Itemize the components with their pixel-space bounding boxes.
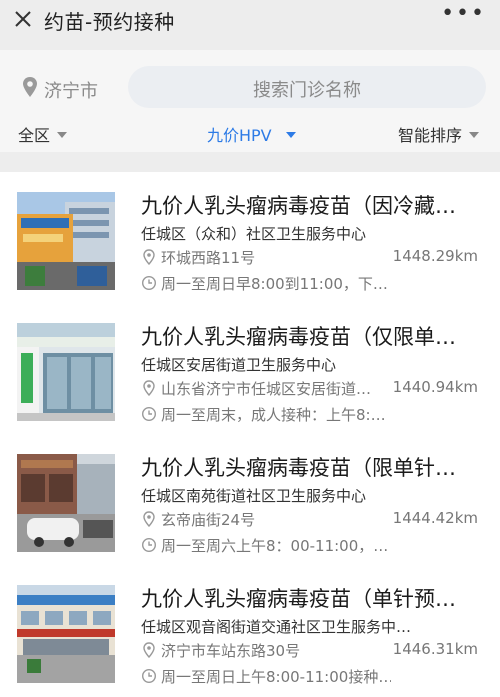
clinic-distance: 1448.29km [392,247,478,265]
sort-filter[interactable]: 智能排序 [398,122,480,146]
more-options-button[interactable]: ••• [441,3,486,25]
location-icon [143,511,155,527]
clinic-address: 济宁市车站东路30号 [161,642,301,660]
vaccine-filter-label: 九价HPV [207,126,272,145]
search-placeholder: 搜索门诊名称 [253,80,361,101]
page-title: 约苗-预约接种 [44,10,175,34]
clinic-vaccine-title: 九价人乳头瘤病毒疫苗（仅限单… [141,325,456,349]
clinic-hours: 周一至周末，成人接种：上午8:… [161,406,386,424]
clinic-address: 玄帝庙街24号 [161,511,256,529]
clinic-photo [17,585,115,683]
clinic-distance: 1440.94km [392,378,478,396]
clinic-vaccine-title: 九价人乳头瘤病毒疫苗（单针预… [141,587,456,611]
clinic-card[interactable]: 九价人乳头瘤病毒疫苗（单针预… 任城区观音阁街道交通社区卫生服务中… 济宁市车站… [0,565,500,697]
clinic-hours: 周一至周日早8:00到11:00，下… [161,275,388,293]
chevron-down-icon [469,132,480,138]
clinic-card[interactable]: 九价人乳头瘤病毒疫苗（限单针… 任城区南苑街道社区卫生服务中心 玄帝庙街24号 … [0,434,500,566]
close-icon [15,11,31,27]
clinic-vaccine-title: 九价人乳头瘤病毒疫苗（因冷藏… [141,194,456,218]
location-icon [143,642,155,658]
clinic-list: 九价人乳头瘤病毒疫苗（因冷藏… 任城区（众和）社区卫生服务中心 环城西路11号 … [0,172,500,697]
clinic-card[interactable]: 九价人乳头瘤病毒疫苗（因冷藏… 任城区（众和）社区卫生服务中心 环城西路11号 … [0,172,500,304]
clock-icon [141,406,157,422]
vaccine-filter[interactable]: 九价HPV [207,122,296,146]
clinic-address: 山东省济宁市任城区安居街道… [161,380,372,398]
chevron-down-icon [57,132,68,138]
location-icon [143,380,155,396]
location-pin-icon [23,77,37,97]
region-filter[interactable]: 全区 [18,122,68,146]
clinic-photo [17,192,115,290]
clinic-hours: 周一至周六上午8：00-11:00，… [161,537,389,555]
clinic-address: 环城西路11号 [161,249,256,267]
clinic-name: 任城区南苑街道社区卫生服务中心 [141,487,367,505]
clock-icon [141,668,157,684]
clock-icon [141,537,157,553]
section-divider [0,152,500,172]
clinic-card[interactable]: 九价人乳头瘤病毒疫苗（仅限单… 任城区安居街道卫生服务中心 山东省济宁市任城区安… [0,303,500,435]
city-selector[interactable]: 济宁市 [44,77,98,103]
location-icon [143,249,155,265]
clinic-distance: 1446.31km [392,640,478,658]
clinic-vaccine-title: 九价人乳头瘤病毒疫苗（限单针… [141,456,456,480]
clock-icon [141,275,157,291]
clinic-photo [17,323,115,421]
chevron-down-icon [285,132,296,138]
search-input[interactable]: 搜索门诊名称 [128,66,486,108]
filter-bar: 全区 九价HPV 智能排序 [0,116,500,152]
clinic-distance: 1444.42km [392,509,478,527]
search-area: 济宁市 搜索门诊名称 [0,50,500,116]
clinic-name: 任城区观音阁街道交通社区卫生服务中… [141,618,412,636]
clinic-photo [17,454,115,552]
clinic-name: 任城区安居街道卫生服务中心 [141,356,337,374]
close-button[interactable] [8,6,40,38]
clinic-hours: 周一至周日上午8:00-11:00接种… [161,668,391,686]
clinic-name: 任城区（众和）社区卫生服务中心 [141,225,367,243]
region-filter-label: 全区 [18,126,51,145]
top-bar: 约苗-预约接种 ••• [0,0,500,50]
sort-filter-label: 智能排序 [398,126,463,145]
